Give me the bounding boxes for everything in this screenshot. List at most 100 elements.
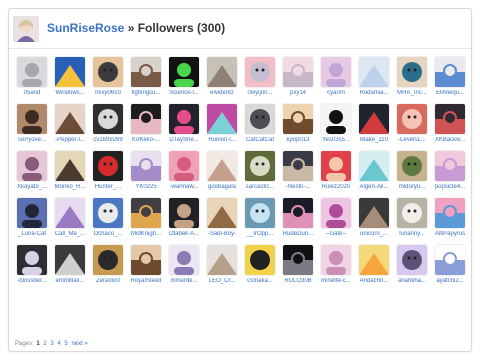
follower-avatar[interactable] — [169, 104, 199, 134]
follower-name[interactable]: kpop013 — [279, 137, 317, 144]
follower-item[interactable]: Blake_110 — [355, 104, 393, 148]
follower-avatar[interactable] — [435, 151, 465, 181]
follower-avatar[interactable] — [207, 104, 237, 134]
follower-item[interactable]: -Pepper-l... — [51, 104, 89, 148]
follower-item[interactable]: __IrOpp... — [241, 198, 279, 242]
follower-avatar[interactable] — [55, 151, 85, 181]
follower-item[interactable]: goobagala — [203, 151, 241, 195]
follower-item[interactable]: Rulez2020 — [317, 151, 355, 195]
follower-name[interactable]: elvidentz — [203, 90, 241, 97]
follower-avatar[interactable] — [93, 151, 123, 181]
follower-name[interactable]: goobagala — [203, 184, 241, 191]
follower-item[interactable]: popsicle4... — [431, 151, 469, 195]
follower-avatar[interactable] — [93, 245, 123, 275]
follower-avatar[interactable] — [397, 104, 427, 134]
follower-avatar[interactable] — [245, 57, 275, 87]
follower-name[interactable]: popsicle4... — [431, 184, 469, 191]
follower-avatar[interactable] — [435, 245, 465, 275]
follower-item[interactable]: KoKeko-... — [127, 104, 165, 148]
follower-item[interactable]: RULO30B — [279, 245, 317, 289]
follower-name[interactable]: KoKeko-... — [127, 137, 165, 144]
follower-item[interactable]: Call_Me_... — [51, 198, 89, 242]
follower-avatar[interactable] — [245, 104, 275, 134]
follower-name[interactable]: RudeDun... — [279, 231, 317, 238]
follower-name[interactable]: -blossber... — [13, 278, 51, 285]
follower-item[interactable]: Xkayato_... — [13, 151, 51, 195]
follower-item[interactable]: -LevelsL... — [393, 104, 431, 148]
follower-item[interactable]: Yes03s5... — [317, 104, 355, 148]
follower-name[interactable]: -hlestri-... — [279, 184, 317, 191]
follower-avatar[interactable] — [245, 151, 275, 181]
follower-avatar[interactable] — [169, 57, 199, 87]
follower-name[interactable]: Hunter_... — [89, 184, 127, 191]
follower-name[interactable]: Andachn... — [355, 278, 393, 285]
follower-name[interactable]: sorryove... — [13, 137, 51, 144]
follower-item[interactable]: LEO_Cr... — [203, 245, 241, 289]
follower-item[interactable]: Science-l... — [165, 57, 203, 101]
follower-avatar[interactable] — [359, 104, 389, 134]
follower-item[interactable]: Gchaka... — [241, 245, 279, 289]
follower-name[interactable]: Moriko_R... — [51, 184, 89, 191]
follower-name[interactable]: cv1699269 — [89, 137, 127, 144]
follower-avatar[interactable] — [321, 57, 351, 87]
follower-avatar[interactable] — [93, 104, 123, 134]
follower-avatar[interactable] — [169, 198, 199, 228]
follower-name[interactable]: pxy14 — [279, 90, 317, 97]
follower-item[interactable]: kpop013 — [279, 104, 317, 148]
follower-avatar[interactable] — [283, 245, 313, 275]
page-link[interactable]: 4 — [57, 341, 60, 347]
follower-item[interactable]: mixy0610 — [89, 57, 127, 101]
follower-item[interactable]: 05and — [13, 57, 51, 101]
follower-name[interactable]: -wannaw... — [165, 184, 203, 191]
follower-avatar[interactable] — [131, 104, 161, 134]
next-page-link[interactable]: next » — [71, 341, 87, 347]
follower-name[interactable]: EliiVeiqu... — [431, 90, 469, 97]
follower-avatar[interactable] — [397, 245, 427, 275]
follower-avatar[interactable] — [17, 104, 47, 134]
follower-name[interactable]: 0wyijon... — [241, 90, 279, 97]
username-link[interactable]: SunRiseRose — [47, 21, 124, 35]
follower-item[interactable]: Ochaco_... — [89, 198, 127, 242]
follower-item[interactable]: -blossber... — [13, 245, 51, 289]
follower-avatar[interactable] — [397, 57, 427, 87]
follower-avatar[interactable] — [207, 198, 237, 228]
page-link[interactable]: 3 — [50, 341, 53, 347]
follower-name[interactable]: emmitlak... — [51, 278, 89, 285]
follower-name[interactable]: Science-l... — [165, 90, 203, 97]
follower-name[interactable]: Yes03s5... — [317, 137, 355, 144]
follower-avatar[interactable] — [283, 104, 313, 134]
follower-avatar[interactable] — [17, 151, 47, 181]
follower-name[interactable]: mmerde... — [165, 278, 203, 285]
follower-avatar[interactable] — [359, 245, 389, 275]
follower-avatar[interactable] — [397, 198, 427, 228]
follower-name[interactable]: _Luna-Cat — [13, 231, 51, 238]
follower-name[interactable]: lunanny... — [393, 231, 431, 238]
follower-name[interactable]: AltiPapyrus — [431, 231, 469, 238]
follower-name[interactable]: -LevelsL... — [393, 137, 431, 144]
follower-avatar[interactable] — [55, 104, 85, 134]
follower-avatar[interactable] — [55, 57, 85, 87]
follower-item[interactable]: EliiVeiqu... — [431, 57, 469, 101]
follower-item[interactable]: cv1699269 — [89, 104, 127, 148]
follower-item[interactable]: Rodamia... — [355, 57, 393, 101]
follower-name[interactable]: 05and — [13, 90, 51, 97]
follower-avatar[interactable] — [131, 245, 161, 275]
follower-avatar[interactable] — [17, 198, 47, 228]
follower-name[interactable]: Blake_110 — [355, 137, 393, 144]
follower-avatar[interactable] — [435, 104, 465, 134]
follower-item[interactable]: _Luna-Cat — [13, 198, 51, 242]
follower-name[interactable]: ayatchi2... — [431, 278, 469, 285]
follower-name[interactable]: sarcastic... — [241, 184, 279, 191]
follower-avatar[interactable] — [207, 245, 237, 275]
follower-item[interactable]: -Sadi-Boy- — [203, 198, 241, 242]
follower-avatar[interactable] — [17, 57, 47, 87]
follower-name[interactable]: Windows... — [51, 90, 89, 97]
follower-name[interactable]: RoyalSteed — [127, 278, 165, 285]
user-avatar[interactable] — [13, 16, 39, 42]
follower-avatar[interactable] — [283, 198, 313, 228]
follower-avatar[interactable] — [321, 198, 351, 228]
follower-item[interactable]: sorryove... — [13, 104, 51, 148]
follower-item[interactable]: lunanny... — [393, 198, 431, 242]
follower-name[interactable]: Call_Me_... — [51, 231, 89, 238]
follower-name[interactable]: Rulez2020 — [317, 184, 355, 191]
